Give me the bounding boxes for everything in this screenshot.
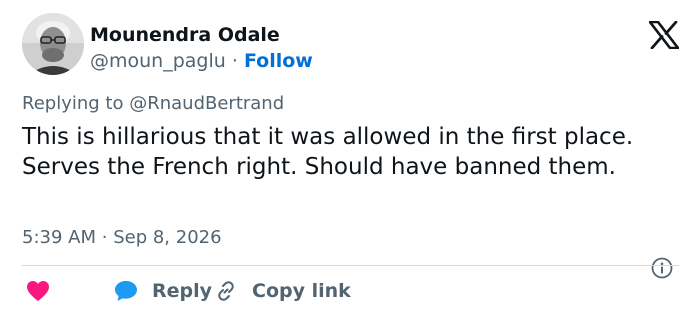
author-handle[interactable]: @moun_paglu xyxy=(90,50,226,72)
reply-bubble-icon xyxy=(114,280,138,302)
link-icon xyxy=(214,279,238,303)
tweet-time: 5:39 AM xyxy=(22,227,96,248)
author-handle-line: @moun_paglu · Follow xyxy=(90,50,313,72)
reply-button[interactable]: Reply xyxy=(114,276,212,306)
replying-mention[interactable]: @RnaudBertrand xyxy=(129,93,284,114)
replying-to: Replying to @RnaudBertrand xyxy=(22,93,284,114)
handle-separator: · xyxy=(231,50,238,72)
replying-prefix: Replying to xyxy=(22,93,124,114)
author-name[interactable]: Mounendra Odale xyxy=(90,24,280,46)
avatar[interactable] xyxy=(22,13,84,75)
reply-label: Reply xyxy=(152,280,213,302)
copy-link-button[interactable]: Copy link xyxy=(214,276,351,306)
timestamp-separator: · xyxy=(101,227,108,248)
tweet-timestamp[interactable]: 5:39 AM · Sep 8, 2026 xyxy=(22,227,222,248)
tweet-date: Sep 8, 2026 xyxy=(113,227,222,248)
x-logo-icon[interactable] xyxy=(648,20,680,50)
heart-icon[interactable] xyxy=(26,280,50,302)
tweet-actions: Reply Copy link xyxy=(22,276,682,306)
follow-button[interactable]: Follow xyxy=(244,50,313,72)
tweet-header: Mounendra Odale @moun_paglu · Follow xyxy=(22,13,682,81)
tweet-text: This is hillarious that it was allowed i… xyxy=(22,124,634,180)
copy-link-label: Copy link xyxy=(252,280,351,302)
divider xyxy=(22,265,679,266)
